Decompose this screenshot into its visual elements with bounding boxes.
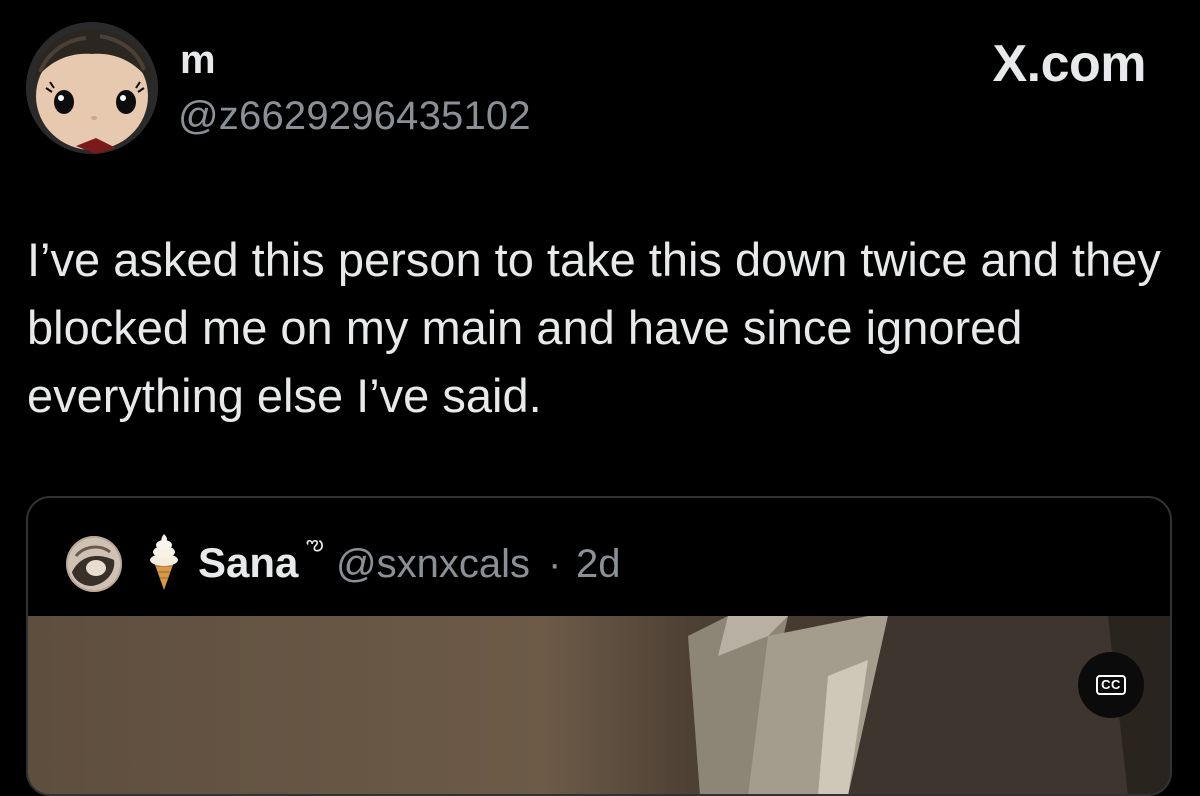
x-com-logo: X.com	[992, 35, 1146, 93]
video-frame-image	[28, 616, 1170, 794]
funko-pop-avatar-icon	[26, 22, 158, 154]
author-name[interactable]: m	[180, 36, 216, 84]
author-avatar[interactable]	[26, 22, 158, 154]
soft-serve-ice-cream-icon	[144, 532, 184, 592]
quoted-tweet-header: Sana ఌ @sxnxcals · 2d	[28, 498, 1170, 618]
quoted-author-name[interactable]: Sana	[198, 538, 298, 588]
quoted-author-handle[interactable]: @sxnxcals	[336, 540, 530, 588]
quoted-avatar-icon	[66, 536, 122, 592]
separator-dot: ·	[548, 542, 562, 586]
author-handle[interactable]: @z6629296435102	[178, 92, 531, 140]
quoted-author-avatar[interactable]	[66, 536, 122, 592]
quoted-tweet-card[interactable]: Sana ఌ @sxnxcals · 2d CC	[26, 496, 1172, 796]
tweet-text: I’ve asked this person to take this down…	[27, 233, 1161, 422]
quoted-name-decoration: ఌ	[306, 533, 324, 555]
closed-captions-icon: CC	[1096, 675, 1126, 695]
closed-captions-button[interactable]: CC	[1078, 652, 1144, 718]
quoted-video-media[interactable]: CC	[28, 616, 1170, 794]
quoted-timestamp[interactable]: 2d	[576, 540, 621, 588]
